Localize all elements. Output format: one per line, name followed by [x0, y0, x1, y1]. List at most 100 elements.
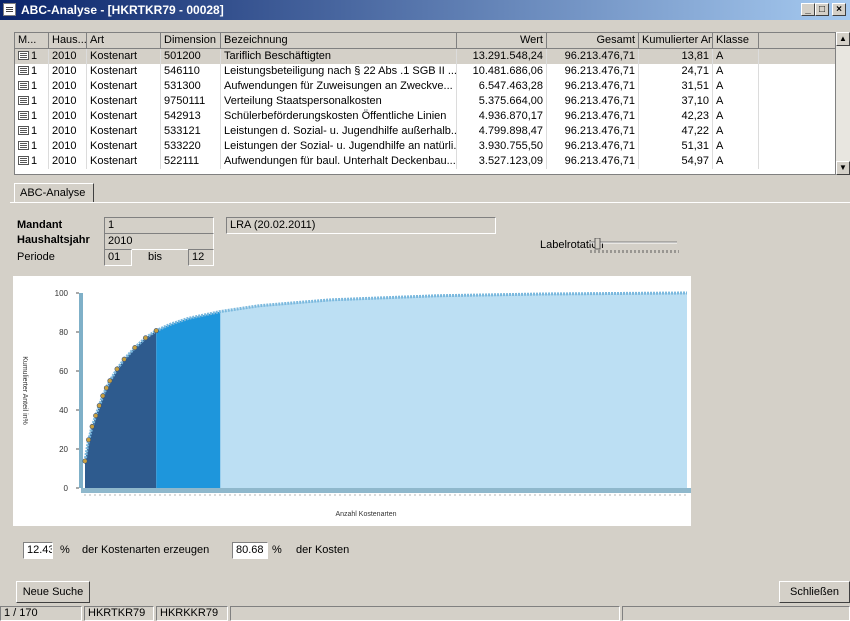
column-header[interactable]: Wert — [457, 33, 547, 49]
table-cell-text: 96.213.476,71 — [564, 50, 635, 62]
table-cell: A — [713, 64, 759, 79]
data-point — [86, 437, 92, 443]
table-cell-text: 13,81 — [681, 50, 709, 62]
mandant-field[interactable]: 1 — [104, 217, 214, 234]
tab-abc-analyse[interactable]: ABC-Analyse — [14, 183, 94, 203]
table-cell-text: 96.213.476,71 — [564, 65, 635, 77]
table-row[interactable]: 1 2010 Kostenart 533220 Leistungen der Sozia… — [15, 139, 835, 154]
table-cell-text: 2010 — [52, 110, 77, 122]
table-cell: A — [713, 139, 759, 154]
table-cell: 2010 — [49, 139, 87, 154]
table-cell: 1 — [15, 94, 49, 109]
percent-kosten-field: 80.68 — [232, 542, 268, 559]
haushaltsjahr-label: Haushaltsjahr — [17, 234, 90, 246]
table-cell: Kostenart — [87, 94, 161, 109]
periode-from-field[interactable]: 01 — [104, 249, 132, 266]
table-row[interactable]: 1 2010 Kostenart 522111 Aufwendungen für bau… — [15, 154, 835, 169]
table-cell: 2010 — [49, 79, 87, 94]
table-cell-text: 533220 — [164, 140, 201, 152]
close-button[interactable]: Schließen — [779, 581, 850, 603]
record-icon — [18, 126, 29, 135]
table-row[interactable]: 1 2010 Kostenart 546110 Leistungsbeteiligung… — [15, 64, 835, 79]
table-cell-text: A — [716, 80, 724, 92]
table-cell-text: 96.213.476,71 — [564, 125, 635, 137]
table-cell-text: Kostenart — [90, 155, 138, 167]
table-cell: 533220 — [161, 139, 221, 154]
table-cell: 47,22 — [639, 124, 713, 139]
status-panel-3: HKRKKR79 — [156, 606, 228, 621]
table-cell-text: 47,22 — [681, 125, 709, 137]
table-cell: 96.213.476,71 — [547, 124, 639, 139]
column-header[interactable]: Bezeichnung — [221, 33, 457, 49]
table-cell-text: Leistungsbeteiligung nach § 22 Abs .1 SG… — [224, 65, 457, 77]
new-search-button[interactable]: Neue Suche — [16, 581, 90, 603]
table-cell-text: 5.375.664,00 — [478, 95, 543, 107]
maximize-button[interactable]: □ — [815, 3, 829, 16]
column-header[interactable]: Dimension — [161, 33, 221, 49]
table-cell-text: 1 — [31, 125, 38, 137]
column-header[interactable]: Art — [87, 33, 161, 49]
table-row[interactable]: 1 2010 Kostenart 9750111 Verteilung Staatspe… — [15, 94, 835, 109]
table-cell: 6.547.463,28 — [457, 79, 547, 94]
table-cell: 1 — [15, 64, 49, 79]
table-cell-text: 96.213.476,71 — [564, 95, 635, 107]
status-bar: 1 / 170 HKRTKR79 HKRKKR79 — [0, 606, 850, 621]
minimize-button[interactable]: _ — [801, 3, 815, 16]
table-cell: Aufwendungen für Zuweisungen an Zweckve.… — [221, 79, 457, 94]
table-cell-text: 2010 — [52, 140, 77, 152]
app-icon — [3, 3, 16, 16]
table-row[interactable]: 1 2010 Kostenart 533121 Leistungen d. Sozial… — [15, 124, 835, 139]
column-header[interactable]: Klasse — [713, 33, 759, 49]
table-cell-text: 31,51 — [681, 80, 709, 92]
table-cell-text: 6.547.463,28 — [478, 80, 543, 92]
table-row[interactable]: 1 2010 Kostenart 542913 Schülerbeförderungsk… — [15, 109, 835, 124]
column-header[interactable]: Kumulierter Anteil — [639, 33, 713, 49]
percent-kostenarten-field: 12.43 — [23, 542, 53, 559]
data-point — [82, 458, 88, 464]
table-cell: 51,31 — [639, 139, 713, 154]
periode-to-field[interactable]: 12 — [188, 249, 214, 266]
table-cell: 501200 — [161, 49, 221, 64]
percent-sign-2: % — [272, 544, 282, 556]
table-cell: 2010 — [49, 64, 87, 79]
data-point — [143, 335, 149, 341]
table-cell-text: Schülerbeförderungskosten Öffentliche Li… — [224, 110, 447, 122]
data-point — [96, 403, 102, 409]
table-cell-text: 42,23 — [681, 110, 709, 122]
table-cell-text: A — [716, 155, 724, 167]
table-cell-text: 501200 — [164, 50, 201, 62]
column-header[interactable]: Gesamt — [547, 33, 639, 49]
mandant-description-field: LRA (20.02.2011) — [226, 217, 496, 234]
table-cell: Verteilung Staatspersonalkosten — [221, 94, 457, 109]
table-row[interactable]: 1 2010 Kostenart 531300 Aufwendungen für Zuw… — [15, 79, 835, 94]
table-cell: 533121 — [161, 124, 221, 139]
table-cell: 542913 — [161, 109, 221, 124]
data-point — [103, 385, 109, 391]
status-panel-2: HKRTKR79 — [84, 606, 154, 621]
table-cell-text: Kostenart — [90, 80, 138, 92]
grid-vertical-scrollbar[interactable]: ▲ ▼ — [836, 32, 850, 175]
table-cell: Kostenart — [87, 154, 161, 169]
table-cell-text: 1 — [31, 155, 38, 167]
close-window-button[interactable]: × — [832, 3, 846, 16]
table-cell-text: 96.213.476,71 — [564, 140, 635, 152]
table-row[interactable]: 1 2010 Kostenart 501200 Tariflich Beschäftig… — [15, 49, 835, 64]
scroll-down-arrow-icon[interactable]: ▼ — [836, 161, 850, 175]
column-header[interactable]: M... — [15, 33, 49, 49]
table-cell-text: 4.799.898,47 — [478, 125, 543, 137]
column-header[interactable]: Haus... — [49, 33, 87, 49]
table-cell-text: 1 — [31, 50, 38, 62]
status-panel-4 — [230, 606, 620, 621]
x-axis-label: Anzahl Kostenarten — [335, 511, 396, 518]
scroll-up-arrow-icon[interactable]: ▲ — [836, 32, 850, 46]
slider-thumb[interactable] — [594, 238, 601, 250]
result-grid[interactable]: M... Haus... Art Dimension Bezeichnung Wert Ge… — [14, 32, 836, 175]
table-cell: 2010 — [49, 49, 87, 64]
table-cell: 3.527.123,09 — [457, 154, 547, 169]
table-cell-text: 546110 — [164, 65, 200, 77]
table-cell: 96.213.476,71 — [547, 154, 639, 169]
labelrotation-slider[interactable] — [587, 238, 679, 254]
table-cell: 1 — [15, 109, 49, 124]
haushaltsjahr-field[interactable]: 2010 — [104, 233, 214, 250]
table-cell-text: Aufwendungen für Zuweisungen an Zweckve.… — [224, 80, 453, 92]
